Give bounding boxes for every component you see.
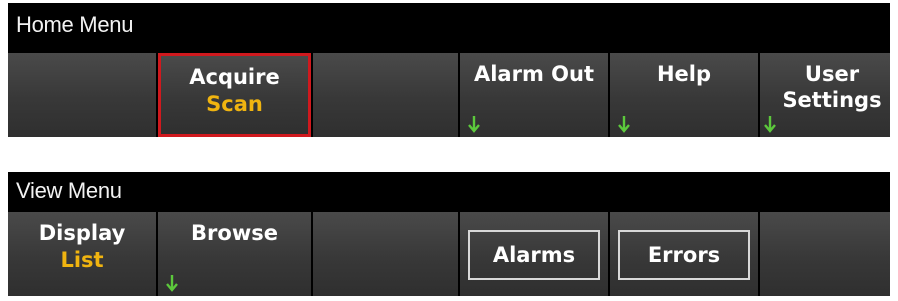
- acquire-label: Acquire: [189, 65, 280, 89]
- alarm-out-softkey[interactable]: Alarm Out: [460, 53, 608, 137]
- alarm-out-label: Alarm Out: [473, 62, 594, 86]
- view-menu-title: View Menu: [16, 178, 122, 203]
- help-label: Help: [656, 62, 712, 86]
- softkey-1-blank[interactable]: [8, 53, 156, 137]
- user-settings-label-line1: User: [804, 62, 860, 86]
- softkey-6-blank[interactable]: [760, 212, 890, 296]
- home-menu-title: Home Menu: [16, 12, 134, 37]
- acquire-softkey[interactable]: Acquire Scan: [158, 53, 311, 137]
- down-arrow-icon: [618, 116, 630, 133]
- display-value: List: [60, 248, 104, 272]
- errors-softkey[interactable]: Errors: [610, 212, 758, 296]
- down-arrow-icon: [166, 275, 178, 292]
- browse-label: Browse: [191, 221, 278, 245]
- display-label: Display: [38, 221, 126, 245]
- alarms-label: Alarms: [468, 230, 600, 280]
- home-menu-panel: Home Menu Acquire Scan Alarm Out Help Us…: [8, 3, 890, 137]
- softkey-3-blank[interactable]: [313, 53, 458, 137]
- user-settings-label-line2: Settings: [782, 88, 882, 112]
- alarms-softkey[interactable]: Alarms: [460, 212, 608, 296]
- help-softkey[interactable]: Help: [610, 53, 758, 137]
- view-menu-softkeys: Display List Browse Alarms Errors: [8, 212, 890, 296]
- down-arrow-icon: [468, 116, 480, 133]
- display-softkey[interactable]: Display List: [8, 212, 156, 296]
- view-menu-panel: View Menu Display List Browse Alarms Err…: [8, 172, 890, 296]
- browse-softkey[interactable]: Browse: [158, 212, 311, 296]
- down-arrow-icon: [764, 116, 776, 133]
- user-settings-softkey[interactable]: User Settings: [760, 53, 890, 137]
- errors-label: Errors: [618, 230, 750, 280]
- home-menu-softkeys: Acquire Scan Alarm Out Help User Setting…: [8, 53, 890, 137]
- softkey-3-blank[interactable]: [313, 212, 458, 296]
- acquire-value: Scan: [206, 92, 263, 116]
